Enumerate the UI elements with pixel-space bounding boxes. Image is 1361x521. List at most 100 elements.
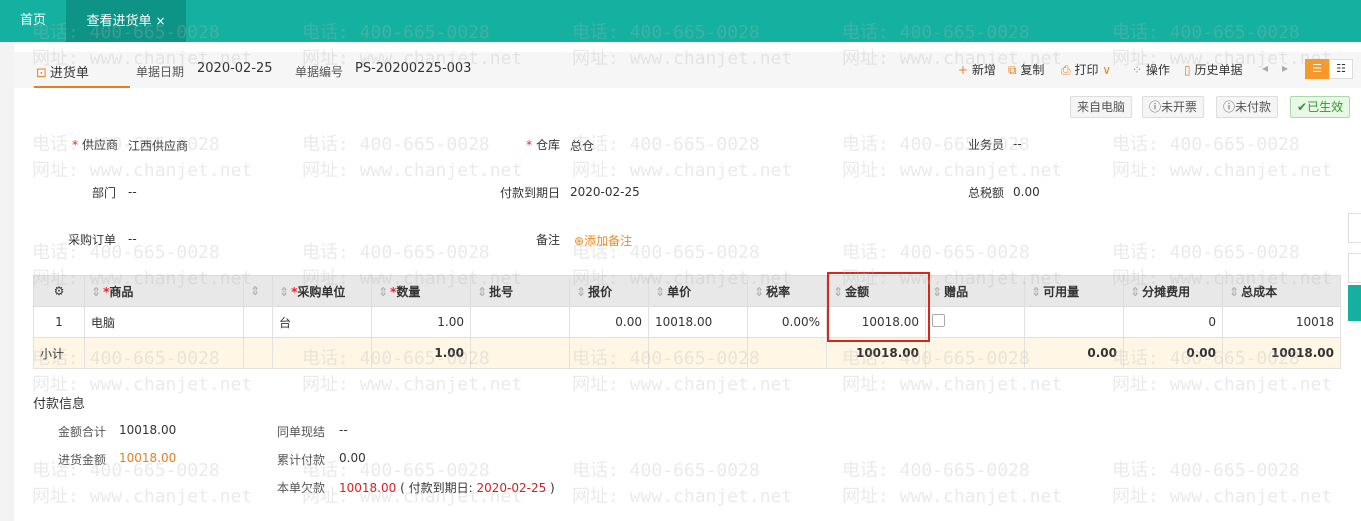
copy-icon: ⧉ [1008, 63, 1017, 77]
payment-section-title: 付款信息 [33, 397, 86, 412]
copy-label: 复制 [1020, 63, 1045, 77]
document-icon: ⊡ [36, 66, 47, 81]
cell-spacer [243, 306, 273, 338]
date-label: 单据日期 [136, 65, 185, 79]
prev-arrow-icon[interactable]: ◂ [1262, 61, 1268, 75]
owed-label: 本单欠款 [277, 481, 326, 495]
info-icon: ⓘ [1149, 100, 1162, 114]
check-circle-icon: ✔ [1297, 100, 1308, 114]
purchase-amount-value: 10018.00 [119, 451, 177, 465]
due-date-label: 付款到期日 [499, 186, 560, 200]
warehouse-label: * 仓库 [526, 138, 560, 152]
cell-product[interactable]: 电脑 [84, 306, 244, 338]
due-date-value[interactable]: 2020-02-25 [570, 185, 640, 199]
doc-type-label: 进货单 [49, 66, 89, 81]
cell-allocated-fee[interactable]: 0 [1123, 306, 1223, 338]
warehouse-value[interactable]: 总仓 [570, 137, 594, 154]
subtotal-available: 0.00 [1024, 337, 1124, 369]
table-row[interactable]: 1 电脑 台 1.00 0.00 10018.00 0.00% 10018.00… [33, 306, 1341, 338]
header-drag-handle[interactable]: ⇕ [243, 275, 273, 307]
row-number: 1 [33, 306, 85, 338]
salesman-value[interactable]: -- [1013, 137, 1022, 151]
add-note-button[interactable]: ⊕添加备注 [574, 232, 632, 249]
cell-quote[interactable]: 0.00 [569, 306, 649, 338]
tax-total-label: 总税额 [967, 186, 1004, 200]
cell-qty[interactable]: 1.00 [371, 306, 471, 338]
effective-status-label: 已生效 [1307, 100, 1344, 114]
header-tax-rate[interactable]: ⇕ 税率 [747, 275, 827, 307]
column-settings-icon[interactable]: ⚙ [33, 275, 85, 307]
side-widget-bottom[interactable] [1348, 285, 1361, 321]
next-arrow-icon[interactable]: ▸ [1282, 61, 1288, 75]
supplier-label: * 供应商 [72, 138, 118, 152]
salesman-label: 业务员 [967, 138, 1004, 152]
document-toolbar: ⊡ 进货单 单据日期 2020-02-25 单据编号 PS-20200225-00… [14, 52, 1361, 88]
chevron-down-icon[interactable]: ∨ [1102, 63, 1111, 77]
detail-view-icon[interactable]: ☷ [1329, 59, 1353, 79]
cash-settle-value: -- [339, 423, 348, 437]
subtotal-label: 小计 [33, 337, 85, 369]
cell-batch[interactable] [470, 306, 570, 338]
grid-icon: ⁘ [1132, 63, 1143, 77]
add-button[interactable]: + 新增 [958, 61, 996, 78]
copy-button[interactable]: ⧉ 复制 [1008, 61, 1044, 78]
tax-total-value: 0.00 [1013, 185, 1040, 199]
header-price[interactable]: ⇕ 单价 [648, 275, 748, 307]
effective-status-badge: ✔已生效 [1290, 96, 1351, 118]
tab-view-purchase-label: 查看进货单 [86, 14, 152, 29]
payment-status-badge: ⓘ未付款 [1216, 96, 1279, 118]
cell-price[interactable]: 10018.00 [648, 306, 748, 338]
header-gift[interactable]: ⇕ 赠品 [925, 275, 1025, 307]
total-amount-value: 10018.00 [119, 423, 177, 437]
payment-status-label: 未付款 [1235, 100, 1272, 114]
dept-value[interactable]: -- [128, 185, 137, 199]
add-note-label: 添加备注 [584, 234, 633, 248]
paid-label: 累计付款 [277, 453, 326, 467]
side-widget-middle[interactable] [1348, 253, 1361, 283]
tab-view-purchase[interactable]: 查看进货单 × [66, 0, 186, 42]
header-batch[interactable]: ⇕ 批号 [470, 275, 570, 307]
history-label: 历史单据 [1194, 63, 1243, 77]
owed-note-suffix: ) [550, 481, 555, 495]
note-label: 备注 [535, 233, 560, 247]
list-view-icon[interactable]: ☰ [1305, 59, 1329, 79]
print-button[interactable]: ⎙ 打印 ∨ [1061, 61, 1111, 78]
top-tab-bar: 首页 查看进货单 × [0, 0, 1361, 42]
doc-tab-underline [34, 86, 130, 88]
paid-value: 0.00 [339, 451, 366, 465]
header-product[interactable]: ⇕ *商品 [84, 275, 244, 307]
operations-button[interactable]: ⁘ 操作 [1132, 61, 1170, 78]
invoice-status-badge: ⓘ未开票 [1142, 96, 1205, 118]
history-button[interactable]: ▯ 历史单据 [1184, 61, 1242, 78]
add-label: 新增 [971, 63, 996, 77]
po-label: 采购订单 [67, 233, 116, 247]
close-icon[interactable]: × [155, 14, 165, 28]
total-amount-label: 金额合计 [58, 425, 107, 439]
purchase-amount-label: 进货金额 [58, 453, 107, 467]
print-label: 打印 [1074, 63, 1099, 77]
header-available[interactable]: ⇕ 可用量 [1024, 275, 1124, 307]
dept-label: 部门 [91, 186, 116, 200]
owed-note-date: 2020-02-25 [476, 481, 547, 495]
cell-gift[interactable] [925, 306, 1025, 338]
po-value[interactable]: -- [128, 232, 137, 246]
tab-home[interactable]: 首页 [0, 0, 66, 42]
doc-type-tab[interactable]: ⊡ 进货单 [36, 62, 89, 81]
product-grid: ⚙ ⇕ *商品 ⇕ ⇕ *采购单位 ⇕ *数量 ⇕ 批号 ⇕ 报价 ⇕ 单价 ⇕ 税率 ⇕ 金额… [33, 275, 1341, 369]
cell-unit[interactable]: 台 [272, 306, 372, 338]
header-qty[interactable]: ⇕ *数量 [371, 275, 471, 307]
side-widget-top[interactable] [1348, 213, 1361, 243]
subtotal-qty: 1.00 [371, 337, 471, 369]
header-unit[interactable]: ⇕ *采购单位 [272, 275, 372, 307]
operations-label: 操作 [1145, 63, 1170, 77]
supplier-value[interactable]: 江西供应商 [128, 137, 188, 154]
cell-available [1024, 306, 1124, 338]
header-total-cost[interactable]: ⇕ 总成本 [1222, 275, 1341, 307]
header-allocated-fee[interactable]: ⇕ 分摊费用 [1123, 275, 1223, 307]
owed-info: 10018.00 ( 付款到期日: 2020-02-25 ) [339, 479, 555, 496]
amount-highlight-box [827, 272, 930, 342]
gift-checkbox[interactable] [932, 314, 945, 327]
cell-tax-rate[interactable]: 0.00% [747, 306, 827, 338]
header-quote[interactable]: ⇕ 报价 [569, 275, 649, 307]
owed-value: 10018.00 [339, 481, 397, 495]
